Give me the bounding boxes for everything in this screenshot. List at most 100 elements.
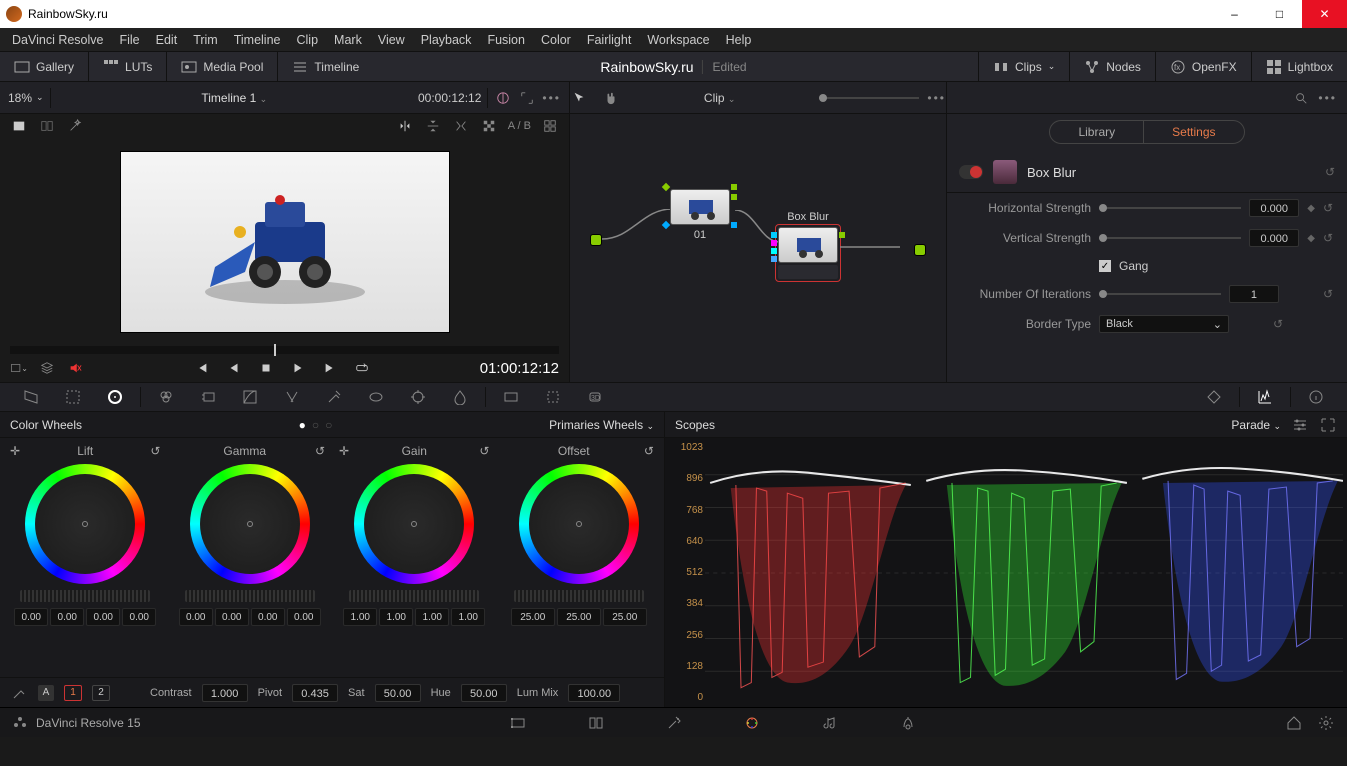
loop-icon[interactable] bbox=[353, 359, 371, 377]
picker-icon[interactable]: ✛ bbox=[10, 444, 20, 458]
unmix-icon[interactable] bbox=[452, 117, 470, 135]
reset-icon[interactable]: ↺ bbox=[150, 444, 160, 458]
zoom-selector[interactable]: 18% ⌄ bbox=[8, 91, 44, 105]
window-icon[interactable] bbox=[367, 388, 385, 406]
scopes-expand-icon[interactable] bbox=[1319, 416, 1337, 434]
offset-wheel[interactable] bbox=[519, 464, 639, 584]
iterations-value[interactable]: 1 bbox=[1229, 285, 1279, 303]
fairlight-page-icon[interactable] bbox=[821, 714, 839, 732]
view-split-icon[interactable] bbox=[38, 117, 56, 135]
lightbox-button[interactable]: Lightbox bbox=[1260, 59, 1339, 75]
menu-davinci[interactable]: DaVinci Resolve bbox=[4, 33, 111, 47]
media-pool-button[interactable]: Media Pool bbox=[175, 59, 269, 75]
h-strength-value[interactable]: 0.000 bbox=[1249, 199, 1299, 217]
gallery-button[interactable]: Gallery bbox=[8, 59, 80, 75]
scopes-settings-icon[interactable] bbox=[1291, 416, 1309, 434]
lift-jog[interactable] bbox=[20, 590, 150, 602]
menu-color[interactable]: Color bbox=[533, 33, 579, 47]
still-grab-icon[interactable]: ⌄ bbox=[10, 359, 28, 377]
panel-options-menu[interactable]: ••• bbox=[1318, 91, 1337, 105]
h-strength-slider[interactable] bbox=[1099, 207, 1241, 209]
menu-playback[interactable]: Playback bbox=[413, 33, 480, 47]
settings-icon[interactable] bbox=[1317, 714, 1335, 732]
hue-value[interactable]: 50.00 bbox=[461, 684, 507, 702]
lummix-value[interactable]: 100.00 bbox=[568, 684, 620, 702]
fx-enable-toggle[interactable] bbox=[959, 165, 983, 179]
gain-wheel[interactable] bbox=[354, 464, 474, 584]
border-type-select[interactable]: Black⌄ bbox=[1099, 315, 1229, 333]
info-icon[interactable] bbox=[1307, 388, 1325, 406]
menu-timeline[interactable]: Timeline bbox=[226, 33, 289, 47]
magic-wand-icon[interactable] bbox=[66, 117, 84, 135]
menu-workspace[interactable]: Workspace bbox=[639, 33, 717, 47]
gallery-grid-icon[interactable] bbox=[541, 117, 559, 135]
blur-icon[interactable] bbox=[451, 388, 469, 406]
checker-icon[interactable] bbox=[480, 117, 498, 135]
tracker-icon[interactable] bbox=[409, 388, 427, 406]
reset-icon[interactable]: ↺ bbox=[1273, 317, 1283, 331]
timeline-name[interactable]: Timeline 1 ⌄ bbox=[57, 91, 412, 105]
clip-selector[interactable]: Clip bbox=[704, 91, 725, 105]
viewer-scrubber[interactable] bbox=[10, 346, 559, 354]
tab-library[interactable]: Library bbox=[1049, 120, 1143, 144]
nodes-options-menu[interactable]: ••• bbox=[927, 91, 946, 105]
keyframe-icon[interactable]: ◆ bbox=[1307, 233, 1315, 244]
fx-reset-icon[interactable]: ↺ bbox=[1325, 165, 1335, 179]
menu-trim[interactable]: Trim bbox=[185, 33, 226, 47]
gamma-jog[interactable] bbox=[185, 590, 315, 602]
lift-wheel[interactable] bbox=[25, 464, 145, 584]
stop-icon[interactable] bbox=[257, 359, 275, 377]
contrast-value[interactable]: 1.000 bbox=[202, 684, 248, 702]
offset-jog[interactable] bbox=[514, 590, 644, 602]
qualifier-icon[interactable] bbox=[325, 388, 343, 406]
reset-icon[interactable]: ↺ bbox=[315, 444, 325, 458]
node-output-port[interactable] bbox=[731, 194, 737, 200]
menu-fairlight[interactable]: Fairlight bbox=[579, 33, 639, 47]
keyframe-mode-icon[interactable] bbox=[1205, 388, 1223, 406]
picker-icon[interactable]: ✛ bbox=[339, 444, 349, 458]
clips-button[interactable]: Clips⌄ bbox=[987, 59, 1061, 75]
window-maximize[interactable]: □ bbox=[1257, 0, 1302, 28]
timeline-button[interactable]: Timeline bbox=[286, 59, 365, 75]
scopes-icon[interactable] bbox=[1256, 388, 1274, 406]
viewer-image[interactable] bbox=[120, 151, 450, 333]
home-icon[interactable] bbox=[1285, 714, 1303, 732]
menu-edit[interactable]: Edit bbox=[148, 33, 186, 47]
play-icon[interactable] bbox=[289, 359, 307, 377]
color-page-icon[interactable] bbox=[743, 714, 761, 732]
window-close[interactable]: ✕ bbox=[1302, 0, 1347, 28]
sizing-icon[interactable] bbox=[544, 388, 562, 406]
openfx-button[interactable]: fxOpenFX bbox=[1164, 59, 1243, 75]
ab-toggle[interactable]: A / B bbox=[508, 120, 531, 132]
3d-icon[interactable]: 3D bbox=[586, 388, 604, 406]
layers-icon[interactable] bbox=[38, 359, 56, 377]
motion-effects-icon[interactable] bbox=[199, 388, 217, 406]
media-page-icon[interactable] bbox=[509, 714, 527, 732]
page-2[interactable]: 2 bbox=[92, 685, 110, 701]
node-box-blur[interactable]: Box Blur bbox=[775, 224, 841, 282]
reset-icon[interactable]: ↺ bbox=[644, 444, 654, 458]
color-wheels-icon[interactable] bbox=[106, 388, 124, 406]
color-match-icon[interactable] bbox=[64, 388, 82, 406]
go-first-icon[interactable] bbox=[193, 359, 211, 377]
reset-icon[interactable]: ↺ bbox=[1323, 231, 1333, 245]
reset-icon[interactable]: ↺ bbox=[479, 444, 489, 458]
v-strength-slider[interactable] bbox=[1099, 237, 1241, 239]
node-01[interactable]: 01 bbox=[670, 189, 730, 241]
pointer-icon[interactable] bbox=[570, 89, 588, 107]
hand-icon[interactable] bbox=[602, 89, 620, 107]
node-input-socket[interactable] bbox=[590, 234, 602, 246]
sat-value[interactable]: 50.00 bbox=[375, 684, 421, 702]
play-reverse-icon[interactable] bbox=[225, 359, 243, 377]
curves-icon[interactable] bbox=[241, 388, 259, 406]
node-output-socket[interactable] bbox=[914, 244, 926, 256]
auto-balance-icon[interactable] bbox=[10, 684, 28, 702]
scopes-mode-select[interactable]: Parade ⌄ bbox=[1231, 418, 1281, 432]
deliver-page-icon[interactable] bbox=[899, 714, 917, 732]
gamma-wheel[interactable] bbox=[190, 464, 310, 584]
page-1[interactable]: 1 bbox=[64, 685, 82, 701]
search-icon[interactable] bbox=[1292, 89, 1310, 107]
viewer-options-menu[interactable]: ••• bbox=[542, 91, 561, 105]
menu-help[interactable]: Help bbox=[718, 33, 760, 47]
color-warper-icon[interactable] bbox=[283, 388, 301, 406]
